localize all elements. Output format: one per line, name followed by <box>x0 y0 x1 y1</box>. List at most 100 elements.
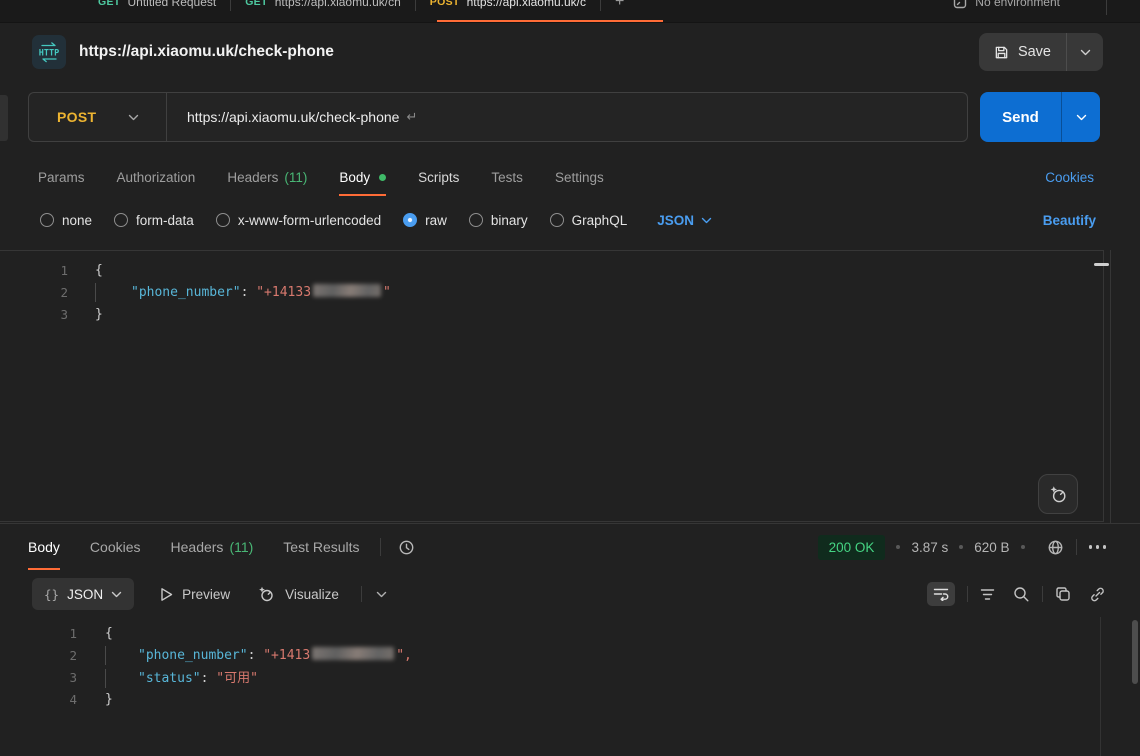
body-type-raw-selected[interactable]: raw <box>403 213 447 228</box>
copy-button[interactable] <box>1055 586 1071 602</box>
copy-icon <box>1055 586 1071 602</box>
code-line: 3 "status": "可用" <box>0 666 1100 688</box>
code-line: 1 { <box>0 622 1100 644</box>
separator-dot <box>1021 545 1025 549</box>
code-text: } <box>77 692 113 707</box>
response-tab-bar: Body Cookies Headers (11) Test Results <box>28 524 360 570</box>
response-tab-headers[interactable]: Headers (11) <box>171 524 254 570</box>
tab-headers[interactable]: Headers (11) <box>227 159 307 196</box>
code-text: "phone_number": "+14133" <box>68 283 391 302</box>
tab-label: Headers <box>171 539 224 555</box>
tab-label: https://api.xiaomu.uk/ch <box>275 0 401 9</box>
request-tab-post-xiaomu-active[interactable]: POST https://api.xiaomu.uk/c <box>416 0 600 9</box>
request-tab-untitled[interactable]: GET Untitled Request <box>84 0 230 9</box>
chevron-down-icon <box>111 591 122 598</box>
new-tab-button[interactable]: + <box>615 0 624 11</box>
chevron-down-icon <box>1080 49 1091 56</box>
response-format-value: JSON <box>67 587 103 602</box>
tab-label: Cookies <box>90 539 141 555</box>
editor-scrollbar-thumb[interactable] <box>1094 263 1109 266</box>
json-value-token: ", <box>396 648 412 663</box>
tab-label: Authorization <box>117 170 196 185</box>
save-options-button[interactable] <box>1067 33 1103 71</box>
filter-button[interactable] <box>980 588 995 601</box>
environment-selector[interactable]: No environment <box>953 0 1060 9</box>
response-meta-bar: Body Cookies Headers (11) Test Results 2… <box>28 524 1106 570</box>
tab-settings[interactable]: Settings <box>555 159 604 196</box>
tab-params[interactable]: Params <box>38 159 85 196</box>
tab-scripts[interactable]: Scripts <box>418 159 459 196</box>
meta-divider <box>380 538 381 556</box>
response-body-viewer[interactable]: 1 { 2 "phone_number": "+1413", 3 "status… <box>0 616 1100 756</box>
radio-icon <box>550 213 564 227</box>
send-options-button[interactable] <box>1062 92 1100 142</box>
response-tab-test-results[interactable]: Test Results <box>283 524 359 570</box>
wrap-text-icon <box>933 587 949 601</box>
return-key-glyph: ↵ <box>406 109 417 125</box>
headers-count-badge: (11) <box>229 539 253 555</box>
separator-dot <box>896 545 900 549</box>
line-number: 4 <box>0 692 77 707</box>
search-button[interactable] <box>1013 586 1030 603</box>
response-scrollbar-thumb[interactable] <box>1132 620 1138 684</box>
postbot-button[interactable] <box>1038 474 1078 514</box>
preview-button[interactable]: Preview <box>160 587 230 602</box>
radio-icon <box>40 213 54 227</box>
request-title-group: HTTP https://api.xiaomu.uk/check-phone <box>32 35 334 69</box>
request-body-editor[interactable]: 1 { 2 "phone_number": "+14133" 3 } <box>0 250 1104 522</box>
cookies-link[interactable]: Cookies <box>1045 170 1094 185</box>
send-button[interactable]: Send <box>980 92 1061 142</box>
tab-label: Headers <box>227 170 278 185</box>
collapsed-sidebar-handle[interactable] <box>0 95 8 141</box>
json-value-token: "+14133 <box>256 285 311 300</box>
url-input[interactable]: https://api.xiaomu.uk/check-phone ↵ <box>166 92 968 142</box>
indent-guide <box>105 646 106 665</box>
raw-format-value: JSON <box>657 213 694 228</box>
visualize-label: Visualize <box>285 587 339 602</box>
tab-body[interactable]: Body <box>339 159 386 196</box>
body-type-x-www-form-urlencoded[interactable]: x-www-form-urlencoded <box>216 213 381 228</box>
response-status-group: 200 OK 3.87 s 620 B <box>818 535 1106 560</box>
json-value-token: " <box>383 285 391 300</box>
beautify-link[interactable]: Beautify <box>1043 213 1096 228</box>
body-type-binary[interactable]: binary <box>469 213 528 228</box>
code-text: "status": "可用" <box>77 667 258 688</box>
request-tab-get-xiaomu[interactable]: GET https://api.xiaomu.uk/ch <box>231 0 415 9</box>
body-type-none[interactable]: none <box>40 213 92 228</box>
tab-label: Params <box>38 170 85 185</box>
link-icon <box>1089 586 1106 603</box>
link-button[interactable] <box>1089 586 1106 603</box>
toolbar-divider <box>1042 586 1043 602</box>
separator-dot <box>959 545 963 549</box>
code-line: 2 "phone_number": "+14133" <box>0 281 1103 303</box>
raw-format-select[interactable]: JSON <box>657 213 712 228</box>
status-badge: 200 OK <box>818 535 886 560</box>
response-toolbar: {} JSON Preview Visualize <box>32 576 1106 612</box>
option-label: raw <box>425 213 447 228</box>
method-select[interactable]: POST <box>28 92 166 142</box>
visualize-options-button[interactable] <box>376 591 387 598</box>
response-tab-cookies[interactable]: Cookies <box>90 524 141 570</box>
postbot-sparkle-icon <box>1047 483 1069 505</box>
save-button[interactable]: Save <box>979 33 1066 71</box>
response-format-select[interactable]: {} JSON <box>32 578 134 610</box>
response-history-button[interactable] <box>397 538 416 557</box>
response-size: 620 B <box>974 540 1009 555</box>
response-more-options-button[interactable] <box>1089 545 1107 549</box>
search-icon <box>1013 586 1030 603</box>
wrap-text-button[interactable] <box>927 582 955 606</box>
toolbar-divider <box>361 586 362 602</box>
save-label: Save <box>1018 44 1051 60</box>
brace-token: { <box>105 626 113 641</box>
tab-tests[interactable]: Tests <box>491 159 523 196</box>
body-type-form-data[interactable]: form-data <box>114 213 194 228</box>
tab-authorization[interactable]: Authorization <box>117 159 196 196</box>
body-type-graphql[interactable]: GraphQL <box>550 213 628 228</box>
code-text: { <box>77 626 113 641</box>
line-number: 3 <box>0 307 68 322</box>
json-key-token: "phone_number" <box>138 648 248 663</box>
network-info-button[interactable] <box>1047 539 1064 556</box>
visualize-button[interactable]: Visualize <box>256 584 339 604</box>
headers-count-badge: (11) <box>284 170 307 185</box>
response-tab-body[interactable]: Body <box>28 524 60 570</box>
